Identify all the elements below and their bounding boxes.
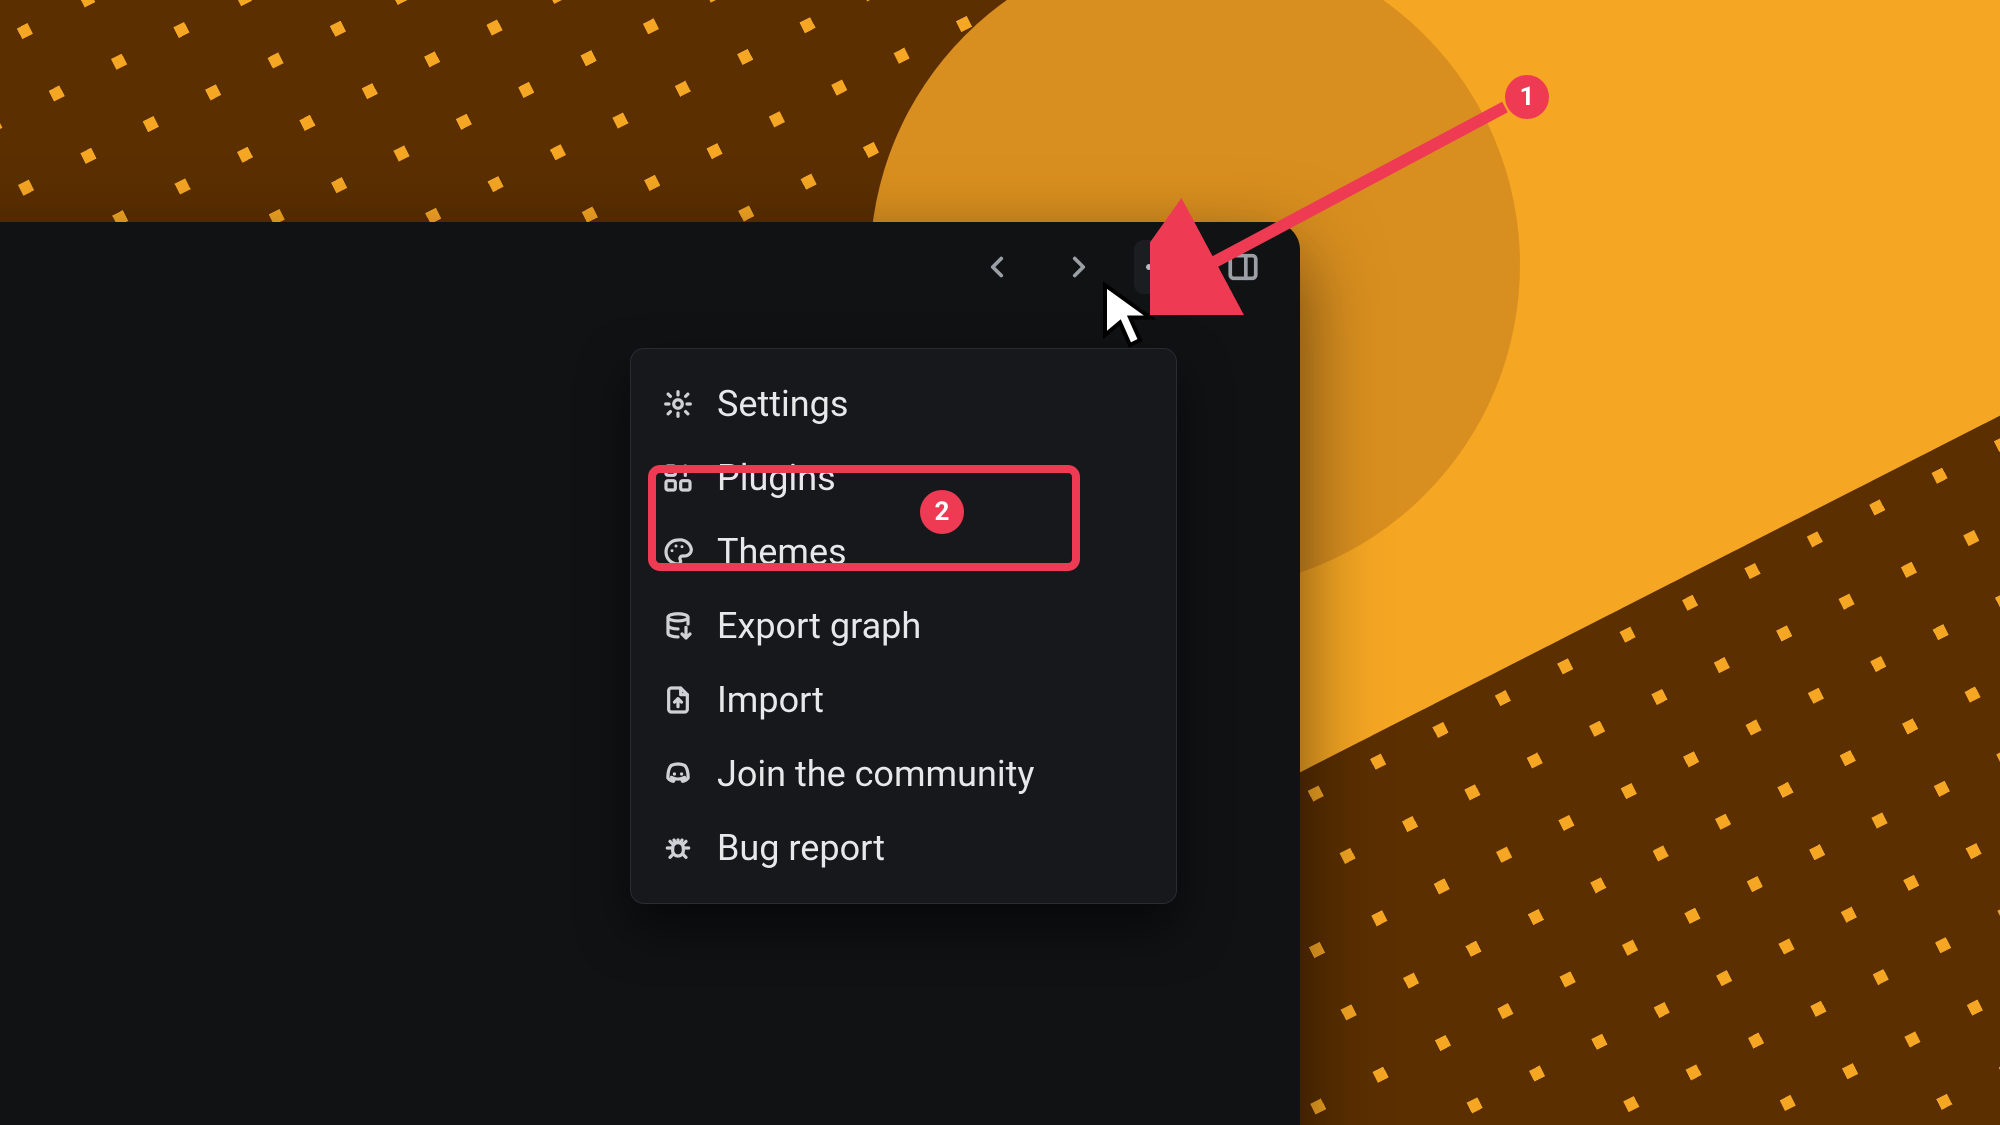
database-export-icon — [661, 609, 695, 643]
toggle-sidebar-button[interactable] — [1216, 240, 1270, 294]
discord-icon — [661, 757, 695, 791]
menu-item-label: Import — [717, 679, 824, 721]
menu-item-plugins[interactable]: Plugins — [631, 441, 1176, 515]
menu-item-themes[interactable]: Themes — [631, 515, 1176, 589]
menu-item-import[interactable]: Import — [631, 663, 1176, 737]
more-options-button[interactable] — [1134, 240, 1188, 294]
titlebar — [0, 222, 1300, 312]
menu-item-label: Themes — [717, 531, 847, 573]
menu-item-bug-report[interactable]: Bug report — [631, 811, 1176, 885]
dots-horizontal-icon — [1146, 264, 1176, 270]
menu-item-label: Export graph — [717, 605, 921, 647]
menu-item-label: Join the community — [717, 753, 1034, 795]
panel-right-icon — [1226, 250, 1260, 284]
arrow-left-icon — [980, 250, 1014, 284]
menu-item-community[interactable]: Join the community — [631, 737, 1176, 811]
gear-icon — [661, 387, 695, 421]
bug-icon — [661, 831, 695, 865]
menu-item-label: Settings — [717, 383, 848, 425]
menu-item-label: Bug report — [717, 827, 885, 869]
palette-icon — [661, 535, 695, 569]
menu-item-export-graph[interactable]: Export graph — [631, 589, 1176, 663]
more-options-menu: Settings Plugins Themes Export graph Imp… — [630, 348, 1177, 904]
grid-plus-icon — [661, 461, 695, 495]
file-import-icon — [661, 683, 695, 717]
back-button[interactable] — [970, 240, 1024, 294]
forward-button[interactable] — [1052, 240, 1106, 294]
arrow-right-icon — [1062, 250, 1096, 284]
menu-item-settings[interactable]: Settings — [631, 367, 1176, 441]
menu-item-label: Plugins — [717, 457, 836, 499]
